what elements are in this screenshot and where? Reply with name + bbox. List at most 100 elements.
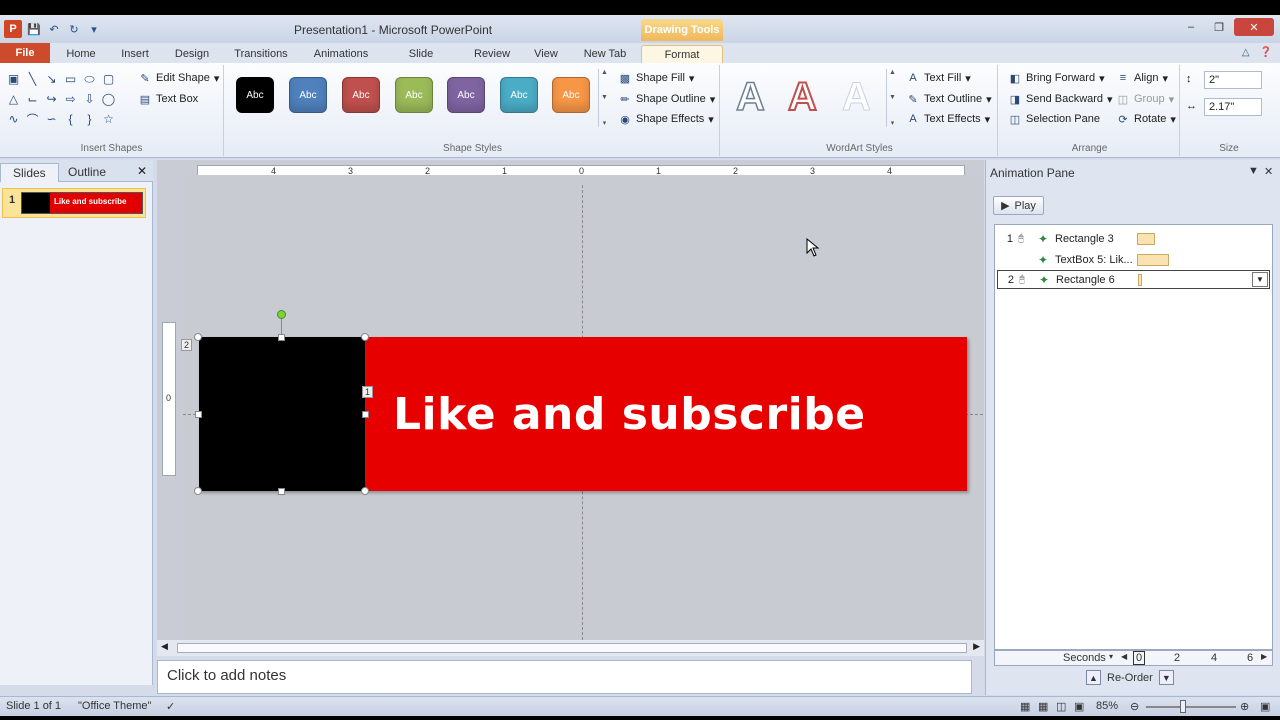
tab-file[interactable]: File xyxy=(0,43,50,63)
arc-shape-icon[interactable]: ⌒ xyxy=(23,109,42,129)
arrow-line-shape-icon[interactable]: ↘ xyxy=(42,69,61,89)
star-shape-icon[interactable]: ☆ xyxy=(99,109,118,129)
scroll-up-icon[interactable]: ▲ xyxy=(889,69,896,76)
save-icon[interactable]: 💾 xyxy=(26,21,42,37)
tab-home[interactable]: Home xyxy=(66,45,96,63)
text-box-button[interactable]: ▤ Text Box xyxy=(138,92,198,106)
shape-style-swatch[interactable]: Abc xyxy=(552,77,590,113)
text-effects-button[interactable]: A Text Effects ▾ xyxy=(906,112,990,126)
zoom-slider[interactable] xyxy=(1146,706,1236,708)
scrollbar-thumb[interactable] xyxy=(177,643,967,653)
fit-to-window-icon[interactable]: ▣ xyxy=(1260,700,1270,713)
resize-handle[interactable] xyxy=(361,333,369,341)
more-icon[interactable]: ▾ xyxy=(891,119,895,127)
shape-styles-gallery-scroll[interactable]: ▲ ▼ ▾ xyxy=(598,69,610,127)
wordart-style-red-outline[interactable]: A xyxy=(787,76,818,118)
seconds-dropdown[interactable]: Seconds xyxy=(1063,652,1106,664)
animation-item[interactable]: 1 🖰 ✦ Rectangle 3 xyxy=(997,229,1270,248)
banner-text[interactable]: Like and subscribe xyxy=(393,389,866,440)
slide-sorter-icon[interactable]: ▦ xyxy=(1038,700,1048,713)
shape-height-field[interactable]: 2" xyxy=(1204,71,1262,89)
text-fill-button[interactable]: A Text Fill ▾ xyxy=(906,71,970,85)
chevron-down-icon[interactable]: ▼ xyxy=(1252,272,1268,287)
edit-shape-button[interactable]: ✎ Edit Shape ▾ xyxy=(138,71,219,85)
powerpoint-logo-icon[interactable]: P xyxy=(4,20,22,38)
play-button[interactable]: ▶ Play xyxy=(993,196,1044,215)
reading-view-icon[interactable]: ◫ xyxy=(1056,700,1066,713)
normal-view-icon[interactable]: ▦ xyxy=(1020,700,1030,713)
align-button[interactable]: ≡ Align ▾ xyxy=(1116,71,1168,85)
redo-icon[interactable]: ↻ xyxy=(66,21,82,37)
group-button[interactable]: ◫ Group ▾ xyxy=(1116,92,1174,106)
shape-style-swatch[interactable]: Abc xyxy=(447,77,485,113)
timeline-right-icon[interactable]: ▶ xyxy=(1261,652,1267,661)
zoom-in-icon[interactable]: ⊕ xyxy=(1240,700,1249,713)
freeform-shape-icon[interactable]: ∽ xyxy=(42,109,61,129)
red-banner-rectangle[interactable]: Like and subscribe xyxy=(199,337,967,491)
close-pane-icon[interactable]: ✕ xyxy=(137,164,147,178)
maximize-icon[interactable]: ❐ xyxy=(1206,18,1232,36)
resize-handle[interactable] xyxy=(194,487,202,495)
minimize-icon[interactable]: – xyxy=(1178,18,1204,36)
scroll-right-icon[interactable]: ▶ xyxy=(973,641,980,652)
resize-handle[interactable] xyxy=(195,411,202,418)
selection-pane-button[interactable]: ◫ Selection Pane xyxy=(1008,112,1100,126)
slideshow-view-icon[interactable]: ▣ xyxy=(1074,700,1084,713)
elbow-connector-icon[interactable]: ⌙ xyxy=(23,89,42,109)
animation-item-selected[interactable]: 2 🖰 ✦ Rectangle 6 ▼ xyxy=(997,270,1270,289)
shape-style-swatch[interactable]: Abc xyxy=(236,77,274,113)
right-arrow-shape-icon[interactable]: ⇨ xyxy=(61,89,80,109)
horizontal-scrollbar[interactable]: ◀ ▶ xyxy=(157,640,984,656)
tab-animations[interactable]: Animations xyxy=(313,45,369,63)
resize-handle[interactable] xyxy=(194,333,202,341)
scroll-left-icon[interactable]: ◀ xyxy=(161,641,168,652)
shape-style-swatch[interactable]: Abc xyxy=(500,77,538,113)
customize-qat-icon[interactable]: ▾ xyxy=(86,21,102,37)
tab-outline[interactable]: Outline xyxy=(56,163,118,182)
tab-slides[interactable]: Slides xyxy=(0,163,59,182)
rotation-handle[interactable] xyxy=(277,310,286,319)
wordart-style-plain[interactable]: A xyxy=(735,76,765,118)
shape-width-field[interactable]: 2.17" xyxy=(1204,98,1262,116)
resize-handle[interactable] xyxy=(362,411,369,418)
down-arrow-shape-icon[interactable]: ⇩ xyxy=(80,89,99,109)
tab-view[interactable]: View xyxy=(533,45,559,63)
shape-fill-button[interactable]: ▩ Shape Fill ▾ xyxy=(618,71,695,85)
resize-handle[interactable] xyxy=(278,488,285,495)
shape-effects-button[interactable]: ◉ Shape Effects ▾ xyxy=(618,112,714,126)
shape-style-swatch[interactable]: Abc xyxy=(395,77,433,113)
tab-transitions[interactable]: Transitions xyxy=(234,45,288,63)
rectangle-shape-icon[interactable]: ▭ xyxy=(61,69,80,89)
bring-forward-button[interactable]: ◧ Bring Forward ▾ xyxy=(1008,71,1105,85)
textbox-shape-icon[interactable]: ▣ xyxy=(4,69,23,89)
close-pane-icon[interactable]: ✕ xyxy=(1264,165,1273,178)
minimize-ribbon-icon[interactable]: △ xyxy=(1242,47,1250,58)
close-window-icon[interactable]: ✕ xyxy=(1234,18,1274,36)
connector-icon[interactable]: ↪ xyxy=(42,89,61,109)
send-backward-button[interactable]: ◨ Send Backward ▾ xyxy=(1008,92,1113,106)
right-brace-icon[interactable]: } xyxy=(80,109,99,129)
spelling-check-icon[interactable]: ✓ xyxy=(166,700,175,713)
scroll-down-icon[interactable]: ▼ xyxy=(601,94,608,101)
triangle-shape-icon[interactable]: △ xyxy=(4,89,23,109)
flowchart-shape-icon[interactable]: ◯ xyxy=(99,89,118,109)
tab-review[interactable]: Review xyxy=(474,45,510,63)
zoom-level[interactable]: 85% xyxy=(1096,700,1118,712)
tab-format[interactable]: Format xyxy=(641,45,723,63)
tab-new-tab[interactable]: New Tab xyxy=(583,45,627,63)
move-up-icon[interactable]: ▲ xyxy=(1086,670,1101,685)
tab-design[interactable]: Design xyxy=(174,45,210,63)
tab-slide-show[interactable]: Slide Show xyxy=(394,45,448,78)
move-down-icon[interactable]: ▼ xyxy=(1158,670,1174,685)
zoom-out-icon[interactable]: ⊖ xyxy=(1130,700,1139,713)
chevron-down-icon[interactable]: ▾ xyxy=(1109,652,1113,661)
black-rectangle[interactable] xyxy=(199,337,365,491)
animation-item[interactable]: ✦ TextBox 5: Lik... xyxy=(997,250,1270,269)
resize-handle[interactable] xyxy=(361,487,369,495)
pane-options-icon[interactable]: ▼ xyxy=(1248,165,1259,177)
scroll-up-icon[interactable]: ▲ xyxy=(601,69,608,76)
curve-shape-icon[interactable]: ∿ xyxy=(4,109,23,129)
oval-shape-icon[interactable]: ⬭ xyxy=(80,69,99,89)
rotate-button[interactable]: ⟳ Rotate ▾ xyxy=(1116,112,1176,126)
rounded-rect-shape-icon[interactable]: ▢ xyxy=(99,69,118,89)
